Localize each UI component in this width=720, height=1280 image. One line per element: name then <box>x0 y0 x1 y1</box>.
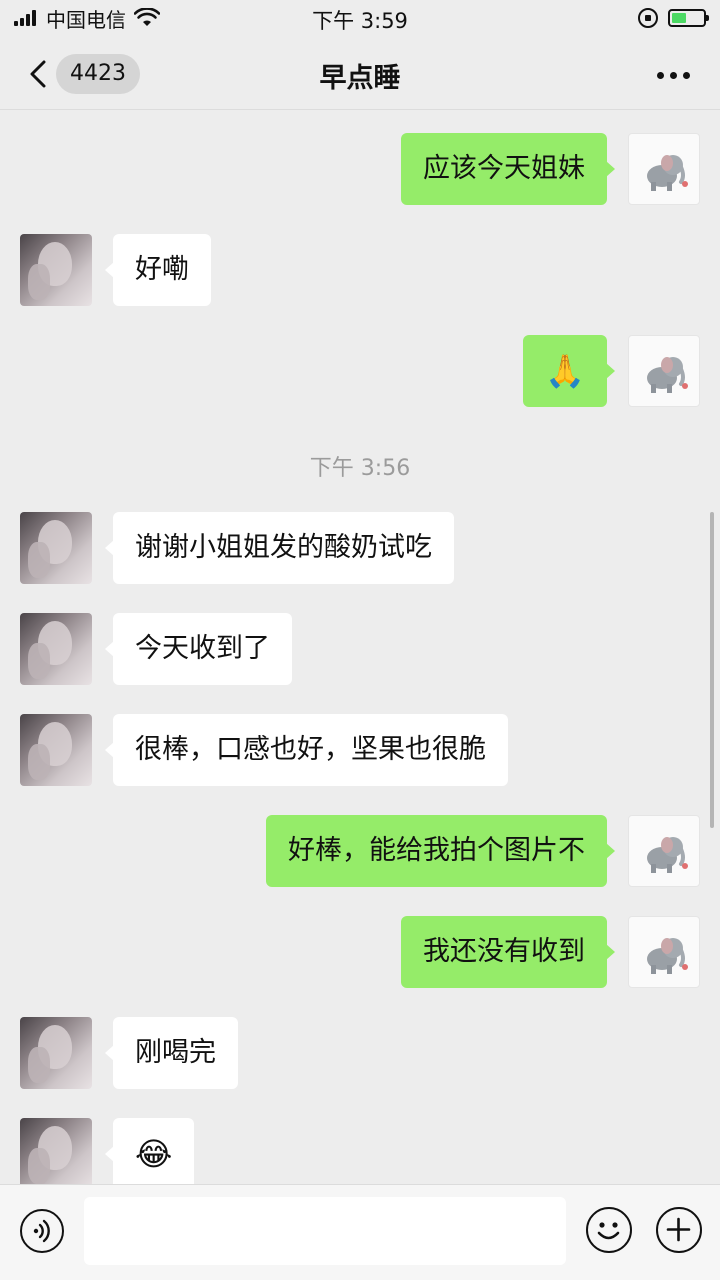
emoji-icon[interactable] <box>586 1207 632 1253</box>
my-avatar[interactable] <box>628 916 700 988</box>
message-received: 很棒，口感也好，坚果也很脆 <box>20 714 550 786</box>
message-sent: 应该今天姐妹 <box>385 133 700 205</box>
battery-fill <box>672 13 686 23</box>
message-bubble[interactable]: 今天收到了 <box>105 613 292 685</box>
my-avatar[interactable] <box>628 133 700 205</box>
plus-icon[interactable] <box>656 1207 702 1253</box>
contact-avatar[interactable] <box>20 234 92 306</box>
message-bubble[interactable]: 好嘞 <box>105 234 211 306</box>
status-right <box>638 6 709 30</box>
message-sent: 我还没有收到 <box>385 916 700 988</box>
message-bubble[interactable]: 我还没有收到 <box>401 916 615 988</box>
elephant-icon <box>647 938 688 974</box>
message-received: 谢谢小姐姐发的酸奶试吃 <box>20 512 490 584</box>
my-avatar[interactable] <box>628 335 700 407</box>
message-input[interactable] <box>84 1197 566 1265</box>
chat-title: 早点睡 <box>319 63 401 94</box>
message-received: 😂 <box>20 1118 200 1184</box>
contact-avatar[interactable] <box>20 1017 92 1089</box>
voice-wave-icon <box>33 1219 50 1243</box>
contact-avatar[interactable] <box>20 512 92 584</box>
message-received: 刚喝完 <box>20 1017 250 1089</box>
more-horizontal-icon[interactable] <box>651 72 690 79</box>
message-bubble[interactable]: 好棒，能给我拍个图片不 <box>266 815 615 887</box>
chat-screen: 中国电信 下午 3:59 4423 早点睡 应该今天姐妹 好嘞 🙏 下午 3:5… <box>0 0 720 1280</box>
status-time: 下午 3:59 <box>312 9 408 33</box>
voice-icon[interactable] <box>20 1209 64 1253</box>
message-received: 好嘞 <box>20 234 220 306</box>
message-bubble[interactable]: 谢谢小姐姐发的酸奶试吃 <box>105 512 454 584</box>
contact-avatar[interactable] <box>20 613 92 685</box>
message-sent: 🙏 <box>523 335 700 407</box>
my-avatar[interactable] <box>628 815 700 887</box>
contact-avatar[interactable] <box>20 1118 92 1184</box>
elephant-icon <box>647 837 688 873</box>
status-bar: 中国电信 下午 3:59 <box>0 0 720 38</box>
contact-avatar[interactable] <box>20 714 92 786</box>
laughing-emoji[interactable]: 😂 <box>104 1118 195 1184</box>
input-bar <box>0 1184 720 1280</box>
elephant-icon <box>647 155 688 191</box>
message-bubble[interactable]: 很棒，口感也好，坚果也很脆 <box>105 714 508 786</box>
scrollbar[interactable] <box>710 512 714 828</box>
elephant-icon <box>647 357 688 393</box>
plus-sign-icon <box>666 1217 691 1242</box>
rotation-lock-icon <box>638 8 658 28</box>
smiley-face-icon <box>597 1222 620 1240</box>
battery-icon <box>668 9 709 27</box>
nav-bar: 4423 早点睡 <box>0 38 720 110</box>
message-sent: 好棒，能给我拍个图片不 <box>234 815 700 887</box>
message-bubble[interactable]: 刚喝完 <box>105 1017 238 1089</box>
message-bubble[interactable]: 应该今天姐妹 <box>401 133 615 205</box>
message-list[interactable]: 应该今天姐妹 好嘞 🙏 下午 3:56 谢谢小姐姐发的酸奶试吃 今天收到了 很棒… <box>0 110 720 1184</box>
message-received: 今天收到了 <box>20 613 310 685</box>
message-timestamp: 下午 3:56 <box>309 456 411 481</box>
folded-hands-emoji[interactable]: 🙏 <box>523 335 615 407</box>
